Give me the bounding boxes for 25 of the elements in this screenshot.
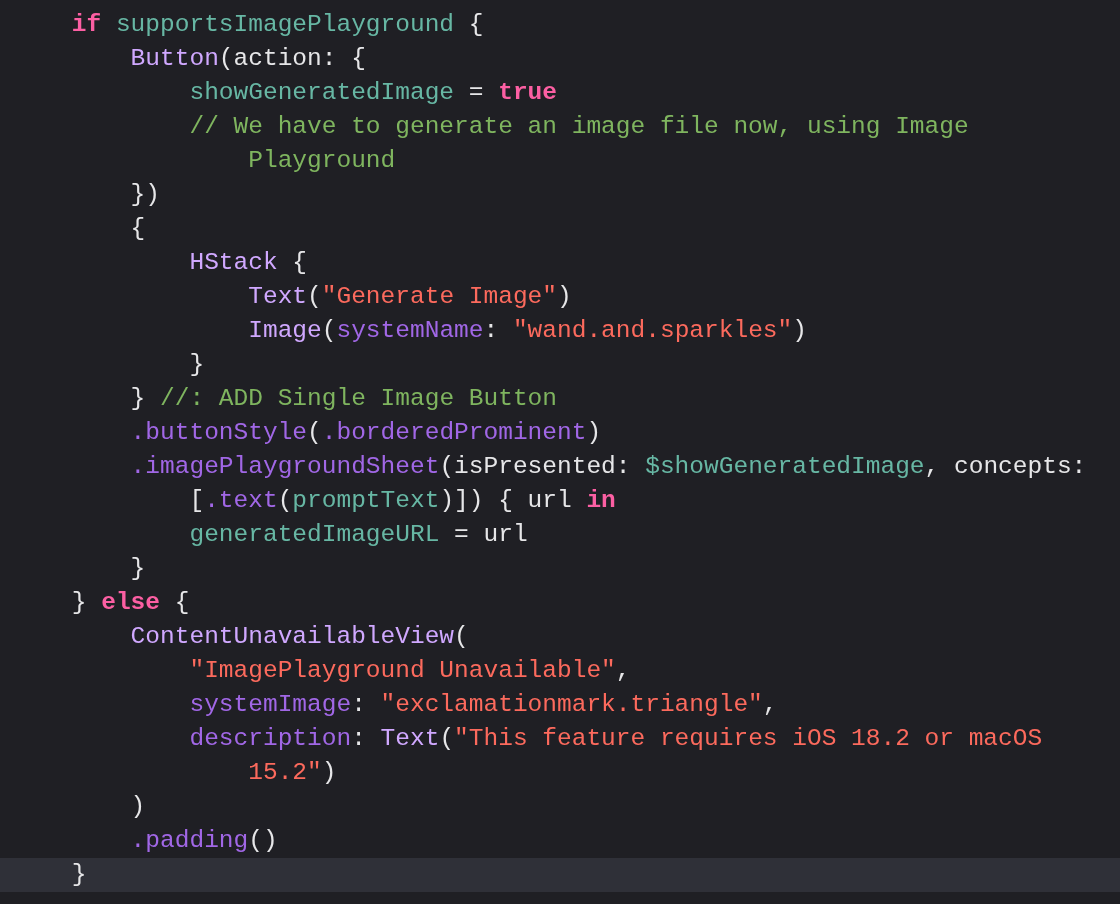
code-line: .imagePlaygroundSheet(isPresented: $showGeneratedImage, concepts:: [129, 452, 1088, 482]
code-line: [.text(promptText)]) { url in: [188, 486, 617, 516]
code-line: "ImagePlayground Unavailable",: [188, 656, 632, 686]
code-line: .padding(): [129, 826, 279, 856]
code-line: description: Text("This feature requires iOS 18.2 or macOS: [188, 724, 1044, 754]
code-line: if supportsImagePlayground {: [70, 10, 485, 40]
code-line: // We have to generate an image file now, using Image: [188, 112, 970, 142]
code-line: } //: ADD Single Image Button: [129, 384, 558, 414]
code-line: Button(action: {: [129, 44, 367, 74]
code-line: .buttonStyle(.borderedProminent): [129, 418, 603, 448]
code-line: 15.2"): [247, 758, 338, 788]
code-line: }): [129, 180, 162, 210]
code-line: systemImage: "exclamationmark.triangle",: [188, 690, 779, 720]
code-line: }: [188, 350, 206, 380]
code-line: ContentUnavailableView(: [129, 622, 470, 652]
code-line: showGeneratedImage = true: [188, 78, 558, 108]
code-line: } else {: [70, 588, 191, 618]
code-line: Image(systemName: "wand.and.sparkles"): [247, 316, 808, 346]
code-line: generatedImageURL = url: [188, 520, 529, 550]
code-line: ): [129, 792, 147, 822]
code-line: {: [129, 214, 147, 244]
code-line: Text("Generate Image"): [247, 282, 573, 312]
code-line: HStack {: [188, 248, 309, 278]
code-line: }: [129, 554, 147, 584]
code-line: Playground: [247, 146, 397, 176]
